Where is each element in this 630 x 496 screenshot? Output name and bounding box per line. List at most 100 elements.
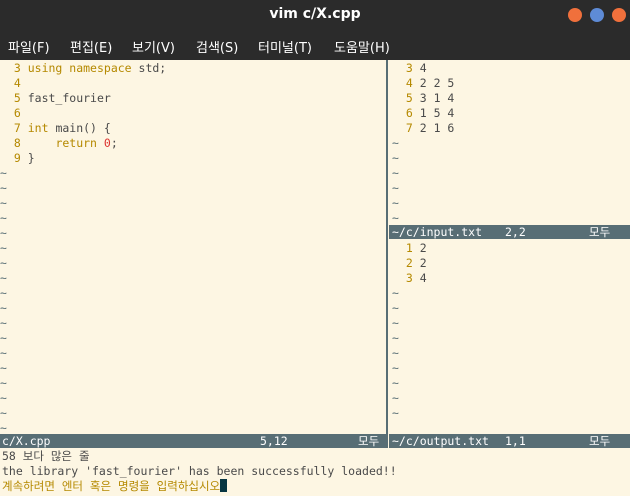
code-line: 8 return 0; (0, 136, 118, 151)
empty-line-tilde: ~ (0, 211, 7, 225)
code-line: 6 (0, 106, 28, 121)
line-number: 7 (405, 121, 413, 135)
empty-line-tilde: ~ (392, 211, 399, 225)
status-line-x-cpp[interactable]: c/X.cpp 5,12 모두 (0, 434, 388, 448)
menu-edit[interactable]: 편집(E) (70, 37, 112, 56)
empty-line-tilde: ~ (0, 166, 7, 180)
menu-search[interactable]: 검색(S) (196, 37, 238, 56)
code-token: int (27, 121, 49, 135)
line-number: 9 (13, 151, 21, 165)
line-text: 2 (419, 256, 427, 270)
close-button[interactable] (612, 8, 626, 22)
code-token: using (27, 61, 70, 75)
code-token: ; (110, 136, 118, 150)
line-number: 6 (13, 106, 21, 120)
empty-line-tilde: ~ (0, 316, 7, 330)
status-file-name: ~/c/output.txt (392, 434, 489, 448)
line-text: 4 (419, 271, 427, 285)
empty-line-tilde: ~ (0, 181, 7, 195)
line-text: 1 5 4 (419, 106, 455, 120)
title-bar: vim c/X.cpp (0, 0, 630, 30)
minimize-button[interactable] (568, 8, 582, 22)
menu-bar: 파일(F) 편집(E) 보기(V) 검색(S) 터미널(T) 도움말(H) (0, 30, 630, 60)
line-text: 2 1 6 (419, 121, 455, 135)
empty-line-tilde: ~ (0, 361, 7, 375)
empty-line-tilde: ~ (0, 226, 7, 240)
code-line: 5 fast_fourier (0, 91, 111, 106)
empty-line-tilde: ~ (0, 271, 7, 285)
text-cursor (220, 479, 228, 492)
line-number: 4 (13, 76, 21, 90)
vertical-split-separator[interactable] (386, 60, 388, 434)
code-token: return (55, 136, 97, 150)
empty-line-tilde: ~ (392, 346, 399, 360)
empty-line-tilde: ~ (0, 406, 7, 420)
empty-line-tilde: ~ (392, 151, 399, 165)
status-file-name: ~/c/input.txt (392, 225, 483, 239)
empty-line-tilde: ~ (0, 346, 7, 360)
menu-help[interactable]: 도움말(H) (334, 37, 390, 56)
empty-line-tilde: ~ (0, 196, 7, 210)
line-number: 3 (405, 61, 413, 75)
empty-line-tilde: ~ (0, 391, 7, 405)
status-scroll-position: 모두 (589, 434, 611, 448)
code-line: 4 (0, 76, 28, 91)
code-token: } (27, 151, 35, 165)
message-line-count: 58 보다 많은 줄 (2, 449, 90, 463)
code-token: namespace (69, 61, 132, 75)
menu-file[interactable]: 파일(F) (8, 37, 50, 56)
empty-line-tilde: ~ (392, 136, 399, 150)
text-line: 6 1 5 4 (392, 106, 455, 121)
empty-line-tilde: ~ (392, 166, 399, 180)
prompt-text: 계속하려면 엔터 혹은 명령을 입력하십시오 (2, 479, 221, 493)
status-cursor-position: 5,12 (260, 434, 288, 448)
line-text: 3 1 4 (419, 91, 455, 105)
code-line: 3 using namespace std; (0, 61, 166, 76)
line-text: 4 (419, 61, 427, 75)
status-line-output-txt[interactable]: ~/c/output.txt 1,1 모두 (389, 434, 630, 448)
empty-line-tilde: ~ (392, 181, 399, 195)
text-line: 3 4 (392, 61, 427, 76)
status-scroll-position: 모두 (358, 434, 380, 448)
status-cursor-position: 1,1 (505, 434, 526, 448)
line-number: 8 (13, 136, 21, 150)
text-line: 5 3 1 4 (392, 91, 455, 106)
line-number: 6 (405, 106, 413, 120)
code-token: std; (131, 61, 167, 75)
code-token: main() { (48, 121, 111, 135)
menu-terminal[interactable]: 터미널(T) (258, 37, 312, 56)
line-text: 2 2 5 (419, 76, 455, 90)
empty-line-tilde: ~ (0, 256, 7, 270)
empty-line-tilde: ~ (392, 301, 399, 315)
code-token: fast_fourier (27, 91, 111, 105)
empty-line-tilde: ~ (392, 361, 399, 375)
message-plugin-loaded: the library 'fast_fourier' has been succ… (2, 464, 397, 478)
empty-line-tilde: ~ (392, 316, 399, 330)
menu-view[interactable]: 보기(V) (132, 37, 175, 56)
line-number: 4 (405, 76, 413, 90)
empty-line-tilde: ~ (392, 196, 399, 210)
terminal-area[interactable]: 3 using namespace std; 4 5 fast_fourier … (0, 60, 630, 496)
text-line: 7 2 1 6 (392, 121, 455, 136)
empty-line-tilde: ~ (0, 286, 7, 300)
status-scroll-position: 모두 (589, 225, 611, 239)
empty-line-tilde: ~ (0, 301, 7, 315)
line-number: 5 (13, 91, 21, 105)
empty-line-tilde: ~ (0, 331, 7, 345)
empty-line-tilde: ~ (392, 406, 399, 420)
status-line-input-txt[interactable]: ~/c/input.txt 2,2 모두 (389, 225, 630, 239)
status-cursor-position: 2,2 (505, 225, 526, 239)
maximize-button[interactable] (590, 8, 604, 22)
empty-line-tilde: ~ (0, 241, 7, 255)
text-line: 4 2 2 5 (392, 76, 455, 91)
empty-line-tilde: ~ (392, 391, 399, 405)
status-file-name: c/X.cpp (2, 434, 51, 448)
line-number: 3 (13, 61, 21, 75)
line-text: 2 (419, 241, 427, 255)
empty-line-tilde: ~ (392, 331, 399, 345)
empty-line-tilde: ~ (392, 376, 399, 390)
code-token: 0 (103, 136, 111, 150)
empty-line-tilde: ~ (0, 376, 7, 390)
message-continue-prompt: 계속하려면 엔터 혹은 명령을 입력하십시오 (2, 479, 228, 494)
